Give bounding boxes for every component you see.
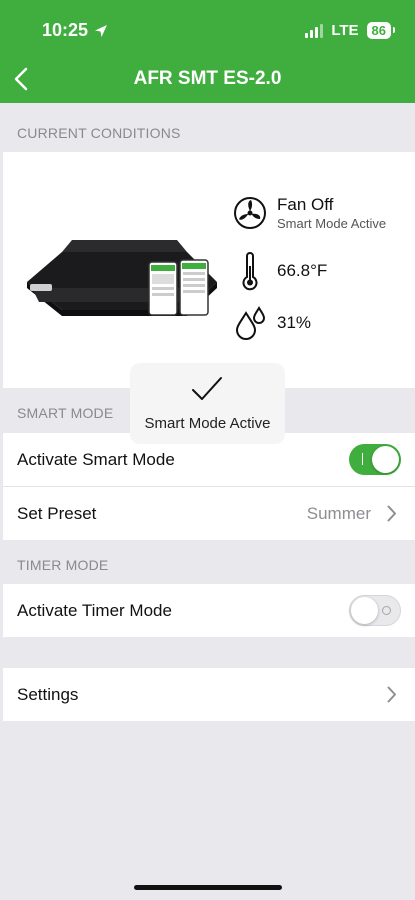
humidity-value: 31%: [277, 313, 312, 332]
status-indicators: LTE 86: [305, 22, 396, 39]
settings-row[interactable]: Settings: [3, 668, 415, 721]
temperature-value: 66.8°F: [277, 261, 328, 280]
home-indicator: [134, 885, 282, 890]
toast-notification: Smart Mode Active: [130, 363, 285, 444]
section-header-smart-mode: SMART MODE: [17, 405, 114, 421]
status-bar: 10:25 LTE 86: [0, 0, 415, 60]
page-title: AFR SMT ES-2.0: [133, 68, 282, 89]
location-arrow-icon: [95, 24, 108, 37]
status-time: 10:25: [42, 20, 108, 41]
settings-label: Settings: [17, 684, 79, 704]
battery-icon: 86: [366, 22, 396, 39]
chevron-right-icon: [387, 686, 396, 703]
set-preset-row[interactable]: Set Preset Summer: [3, 487, 415, 540]
set-preset-label: Set Preset: [17, 503, 97, 523]
fan-icon: [234, 197, 266, 229]
signal-icon: [305, 23, 324, 38]
fan-mode-text: Smart Mode Active: [277, 216, 387, 231]
checkmark-icon: [192, 377, 222, 400]
current-conditions-card: Fan Off Smart Mode Active 66.8°F 31%: [3, 152, 415, 388]
network-label: LTE: [331, 22, 359, 39]
smart-mode-toggle[interactable]: [349, 444, 401, 475]
section-header-timer-mode: TIMER MODE: [17, 557, 109, 573]
fan-status-text: Fan Off: [277, 195, 334, 214]
activate-smart-mode-label: Activate Smart Mode: [17, 449, 175, 469]
toast-message: Smart Mode Active: [144, 415, 271, 432]
app-header: 10:25 LTE 86 AFR SMT ES-2.0: [0, 0, 415, 103]
timer-mode-toggle[interactable]: [349, 595, 401, 626]
fan-status-row: Fan Off Smart Mode Active: [233, 195, 386, 231]
time-text: 10:25: [42, 20, 89, 40]
activate-timer-mode-label: Activate Timer Mode: [17, 600, 172, 620]
humidity-drops-icon: [235, 306, 266, 340]
temperature-row: 66.8°F: [233, 250, 327, 292]
thermometer-icon: [242, 252, 258, 291]
humidity-row: 31%: [233, 305, 311, 341]
preset-value: Summer: [306, 503, 371, 523]
activate-timer-mode-row: Activate Timer Mode: [3, 584, 415, 637]
chevron-right-icon: [387, 505, 396, 522]
fan-product-image: [27, 240, 217, 316]
section-header-current-conditions: CURRENT CONDITIONS: [17, 125, 181, 141]
